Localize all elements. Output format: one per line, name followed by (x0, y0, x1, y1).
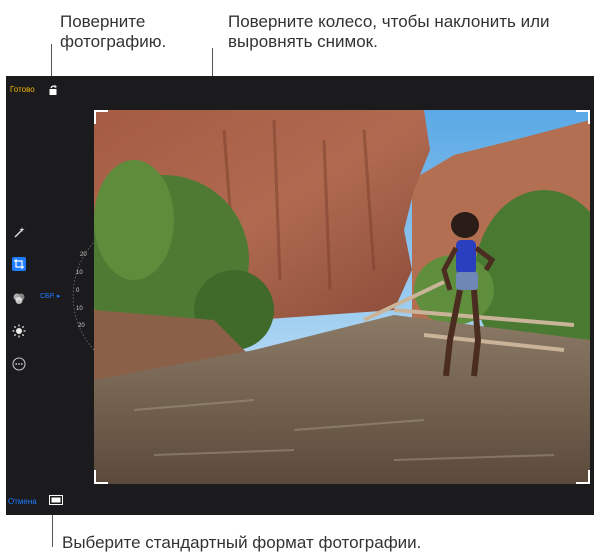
dial-tick-label: 0 (76, 288, 80, 294)
crop-corner-handle[interactable] (94, 470, 108, 484)
crop-corner-handle[interactable] (94, 110, 108, 124)
top-bar: Готово (6, 76, 594, 102)
magic-wand-icon[interactable] (12, 226, 26, 240)
triangle-right-icon: ▸ (56, 293, 61, 300)
crop-corner-handle[interactable] (576, 470, 590, 484)
reset-label: СБР. (40, 293, 55, 300)
dial-tick-label: 10 (76, 306, 83, 312)
bottom-bar: Отмена (6, 491, 594, 515)
dial-tick-label: 20 (78, 323, 85, 329)
done-button[interactable]: Готово (10, 85, 35, 94)
cancel-button[interactable]: Отмена (8, 497, 37, 506)
aspect-ratio-icon[interactable] (49, 495, 63, 505)
rotate-icon[interactable] (48, 84, 58, 96)
callout-aspect: Выберите стандартный формат фотографии. (62, 533, 422, 552)
crop-icon[interactable] (12, 257, 26, 271)
more-icon[interactable] (12, 357, 26, 371)
callout-straighten: Поверните колесо, чтобы наклонить или вы… (228, 12, 550, 51)
photo-image (94, 110, 590, 484)
photo-canvas[interactable] (94, 110, 590, 484)
adjust-light-icon[interactable] (12, 324, 26, 338)
callout-rotate: Поверните фотографию. (60, 12, 167, 51)
dial-tick-label: 20 (80, 252, 87, 258)
color-filters-icon[interactable] (12, 291, 26, 305)
crop-corner-handle[interactable] (576, 110, 590, 124)
photo-editor-screen: Готово 20 10 0 10 20 СБР. ▸ Отмена (6, 76, 594, 515)
reset-button[interactable]: СБР. ▸ (40, 292, 60, 300)
dial-tick-label: 10 (76, 270, 83, 276)
